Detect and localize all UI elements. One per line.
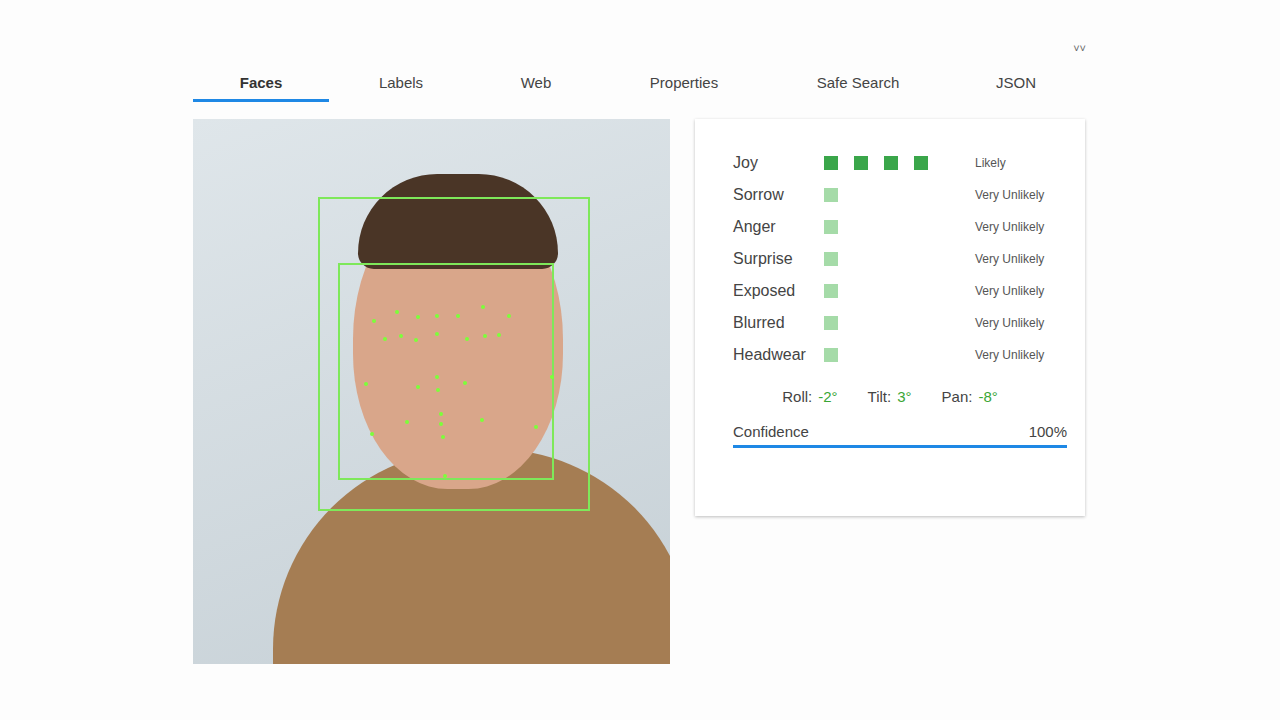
landmark-dot xyxy=(443,474,447,478)
landmark-dot xyxy=(435,332,439,336)
landmark-dot xyxy=(370,432,374,436)
face-bounding-box xyxy=(338,263,554,480)
landmark-dot xyxy=(405,420,409,424)
tab[interactable]: Safe Search xyxy=(769,68,947,102)
menu-button[interactable]: ˅˅ xyxy=(1069,40,1090,56)
likelihood-status: Very Unlikely xyxy=(975,220,1044,234)
landmark-dot xyxy=(364,382,368,386)
pose-label: Pan: xyxy=(942,388,973,405)
landmark-dot xyxy=(463,381,467,385)
pose-label: Roll: xyxy=(782,388,812,405)
face-photo xyxy=(193,119,670,664)
likelihood-square xyxy=(884,156,898,170)
likelihood-meter xyxy=(824,252,975,266)
pose-item: Pan: -8° xyxy=(942,388,998,405)
landmark-dot xyxy=(439,412,443,416)
likelihood-label: Headwear xyxy=(733,346,824,364)
likelihood-square xyxy=(824,284,838,298)
likelihood-square xyxy=(854,156,868,170)
likelihood-status: Very Unlikely xyxy=(975,284,1044,298)
landmark-dot xyxy=(480,418,484,422)
landmark-dot xyxy=(435,375,439,379)
landmark-dot xyxy=(441,435,445,439)
likelihood-meter xyxy=(824,188,975,202)
likelihood-row: Anger Very Unlikely xyxy=(733,211,1067,243)
landmark-dot xyxy=(436,388,440,392)
likelihood-label: Exposed xyxy=(733,282,824,300)
pose-label: Tilt: xyxy=(868,388,892,405)
pose-item: Tilt: 3° xyxy=(868,388,912,405)
tab[interactable]: Labels xyxy=(329,68,473,102)
pose-row: Roll: -2° Tilt: 3° Pan: -8° xyxy=(733,381,1067,411)
likelihood-row: Surprise Very Unlikely xyxy=(733,243,1067,275)
likelihood-status: Likely xyxy=(975,156,1006,170)
face-details-card: Joy Likely Sorrow Very Unlikely Anger Very Un… xyxy=(695,119,1085,516)
likelihood-label: Blurred xyxy=(733,314,824,332)
likelihood-row: Sorrow Very Unlikely xyxy=(733,179,1067,211)
landmark-dot xyxy=(439,422,443,426)
likelihood-square xyxy=(824,316,838,330)
tab[interactable]: Faces xyxy=(193,68,329,102)
likelihood-meter xyxy=(824,220,975,234)
likelihood-square xyxy=(824,220,838,234)
confidence-fill xyxy=(733,445,1067,448)
landmark-dot xyxy=(435,314,439,318)
face-bounding-box xyxy=(318,197,590,511)
likelihood-meter xyxy=(824,316,975,330)
landmark-dot xyxy=(456,314,460,318)
likelihood-status: Very Unlikely xyxy=(975,316,1044,330)
tab[interactable]: Properties xyxy=(599,68,769,102)
confidence-row: Confidence 100% xyxy=(733,423,1067,445)
landmark-dot xyxy=(416,315,420,319)
confidence-value: 100% xyxy=(1029,423,1067,440)
landmark-dot xyxy=(534,425,538,429)
likelihood-square xyxy=(914,156,928,170)
confidence-label: Confidence xyxy=(733,423,809,440)
landmark-dot xyxy=(481,305,485,309)
landmark-dot xyxy=(416,385,420,389)
likelihood-meter xyxy=(824,156,975,170)
landmark-dot xyxy=(507,314,511,318)
landmark-dot xyxy=(383,337,387,341)
likelihood-square xyxy=(824,156,838,170)
likelihood-status: Very Unlikely xyxy=(975,188,1044,202)
likelihood-row: Joy Likely xyxy=(733,147,1067,179)
landmark-dot xyxy=(399,334,403,338)
likelihood-status: Very Unlikely xyxy=(975,348,1044,362)
landmark-dot xyxy=(395,310,399,314)
pose-value: -8° xyxy=(978,388,997,405)
likelihood-row: Blurred Very Unlikely xyxy=(733,307,1067,339)
likelihood-square xyxy=(824,188,838,202)
landmark-dot xyxy=(483,334,487,338)
likelihood-meter xyxy=(824,348,975,362)
pose-value: 3° xyxy=(897,388,911,405)
landmark-dot xyxy=(372,319,376,323)
pose-item: Roll: -2° xyxy=(782,388,837,405)
landmark-dot xyxy=(465,337,469,341)
tab[interactable]: JSON xyxy=(947,68,1085,102)
likelihood-meter xyxy=(824,284,975,298)
likelihood-label: Anger xyxy=(733,218,824,236)
likelihood-square xyxy=(824,348,838,362)
landmark-dot xyxy=(497,333,501,337)
likelihood-square xyxy=(824,252,838,266)
pose-value: -2° xyxy=(818,388,837,405)
likelihood-status: Very Unlikely xyxy=(975,252,1044,266)
likelihood-label: Sorrow xyxy=(733,186,824,204)
confidence-track xyxy=(733,445,1067,448)
landmark-dot xyxy=(550,375,554,379)
tab[interactable]: Web xyxy=(473,68,599,102)
landmark-dot xyxy=(414,338,418,342)
likelihood-label: Joy xyxy=(733,154,824,172)
likelihood-row: Headwear Very Unlikely xyxy=(733,339,1067,371)
likelihood-label: Surprise xyxy=(733,250,824,268)
likelihood-row: Exposed Very Unlikely xyxy=(733,275,1067,307)
